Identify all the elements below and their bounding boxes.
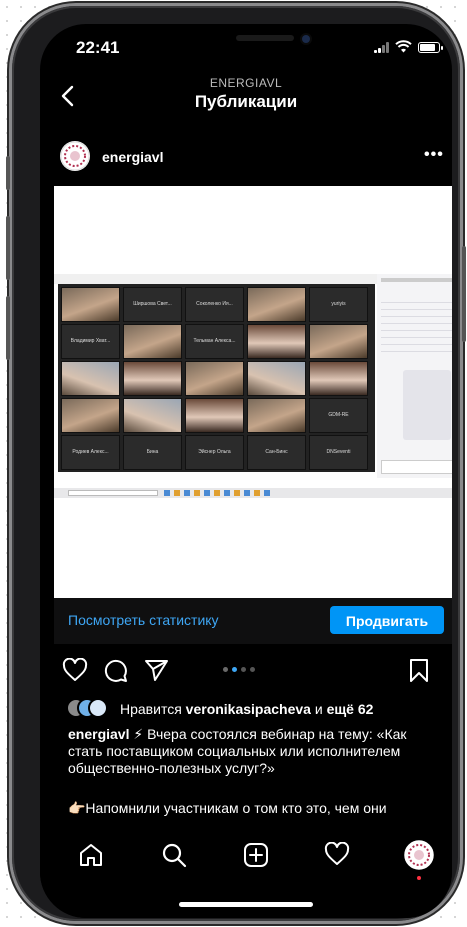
heart-icon [324,842,350,865]
participant-name: Бина [146,449,159,455]
power-button [462,246,466,342]
tab-profile[interactable] [404,840,434,880]
post-image[interactable]: Ширшова Свет... Соколенко Ия... yuriyis Вла… [54,186,452,598]
speaker [236,35,294,41]
promote-button[interactable]: Продвигать [330,606,444,634]
save-button[interactable] [408,658,430,683]
comment-icon [104,659,127,682]
wifi-icon [395,40,412,53]
video-tile: Родиев Алекс... [61,435,120,470]
participant-name: Сан-Бинс [265,449,288,455]
carousel-dot [232,667,237,672]
video-tile [123,398,182,433]
carousel-indicator [223,667,263,673]
volume-down-button [6,296,10,360]
likes-prefix: Нравится [120,701,186,717]
video-tile: Владимир Хват... [61,324,120,359]
video-tile: DNSeventi [309,435,368,470]
heart-icon [62,658,88,681]
participant-name: Тельман Алекса... [193,338,236,344]
front-camera [302,35,310,43]
likes-count[interactable]: ещё 62 [327,701,374,717]
video-tile: Эйснер Ольга [185,435,244,470]
plus-square-icon [244,843,268,867]
video-tile: Тельман Алекса... [185,324,244,359]
video-tile [309,324,368,359]
participant-name: Владимир Хват... [70,338,111,344]
profile-avatar [404,840,434,870]
battery-icon [418,42,443,53]
video-tile: Сан-Бинс [247,435,306,470]
likes-middle: и [310,701,327,717]
tab-search[interactable] [161,842,187,868]
video-tile [247,398,306,433]
carousel-dot [241,667,246,672]
notification-dot [417,876,421,880]
video-tile [247,324,306,359]
video-tile [61,361,120,396]
video-tile [309,361,368,396]
screen: 22:41 ENERGIAVL Публикации energiavl ••• [40,24,452,918]
liker-username[interactable]: veronikasipacheva [186,701,311,717]
caption-username[interactable]: energiavl [68,726,129,742]
video-tile [61,287,120,322]
tab-create[interactable] [243,842,269,868]
volume-up-button [6,216,10,280]
carousel-dot [250,667,255,672]
status-time: 22:41 [76,38,120,57]
video-tile [61,398,120,433]
participant-name: Эйснер Ольга [198,449,231,455]
zoom-screenshot: Ширшова Свет... Соколенко Ия... yuriyis Вла… [54,274,452,504]
participant-name: Ширшова Свет... [133,301,172,307]
silent-switch [6,156,10,190]
participant-name: DNSeventi [326,449,351,455]
caption-continued: 👉🏻Напомнили участникам о том кто это, че… [68,800,387,816]
participant-name: GDM-RE [328,412,349,418]
header-account: ENERGIAVL [209,76,283,90]
insights-bar: Посмотреть статистику Продвигать [54,598,452,644]
caption: energiavl ⚡ Вчера состоялся вебинар на т… [68,726,428,777]
home-icon [80,844,102,866]
liker-avatars[interactable] [66,698,118,718]
signal-icon [374,42,390,53]
video-tile: GDM-RE [309,398,368,433]
video-tile: Бина [123,435,182,470]
send-icon [145,660,168,681]
windows-taskbar [54,488,452,498]
avatar[interactable] [60,141,90,171]
home-indicator [179,902,313,907]
phone-frame: 22:41 ENERGIAVL Публикации energiavl ••• [6,6,466,921]
video-tile [185,398,244,433]
page-title: Публикации [194,92,298,111]
tab-activity[interactable] [324,842,350,866]
chat-panel [377,274,452,478]
more-options-button[interactable]: ••• [424,146,444,164]
comment-button[interactable] [103,658,128,683]
video-tile: Ширшова Свет... [123,287,182,322]
carousel-dot [223,667,228,672]
video-tile [185,361,244,396]
video-tile: Соколенко Ия... [185,287,244,322]
liker-avatar [88,698,108,718]
participant-name: Родиев Алекс... [72,449,109,455]
likes-text[interactable]: Нравится veronikasipacheva и ещё 62 [120,701,373,717]
video-tile [247,287,306,322]
video-tile [123,324,182,359]
view-insights-link[interactable]: Посмотреть статистику [68,612,219,628]
participant-name: Соколенко Ия... [196,301,233,307]
post-username[interactable]: energiavl [102,149,163,165]
search-icon [162,843,187,868]
share-button[interactable] [144,658,169,682]
video-tile: yuriyis [309,287,368,322]
like-button[interactable] [62,658,88,682]
video-tile [123,361,182,396]
avatar-logo [60,141,90,171]
zoom-titlebar [54,274,377,284]
video-grid: Ширшова Свет... Соколенко Ия... yuriyis Вла… [58,284,375,472]
bookmark-icon [410,659,428,682]
video-tile [247,361,306,396]
participant-name: yuriyis [331,301,346,307]
tab-home[interactable] [78,842,104,868]
